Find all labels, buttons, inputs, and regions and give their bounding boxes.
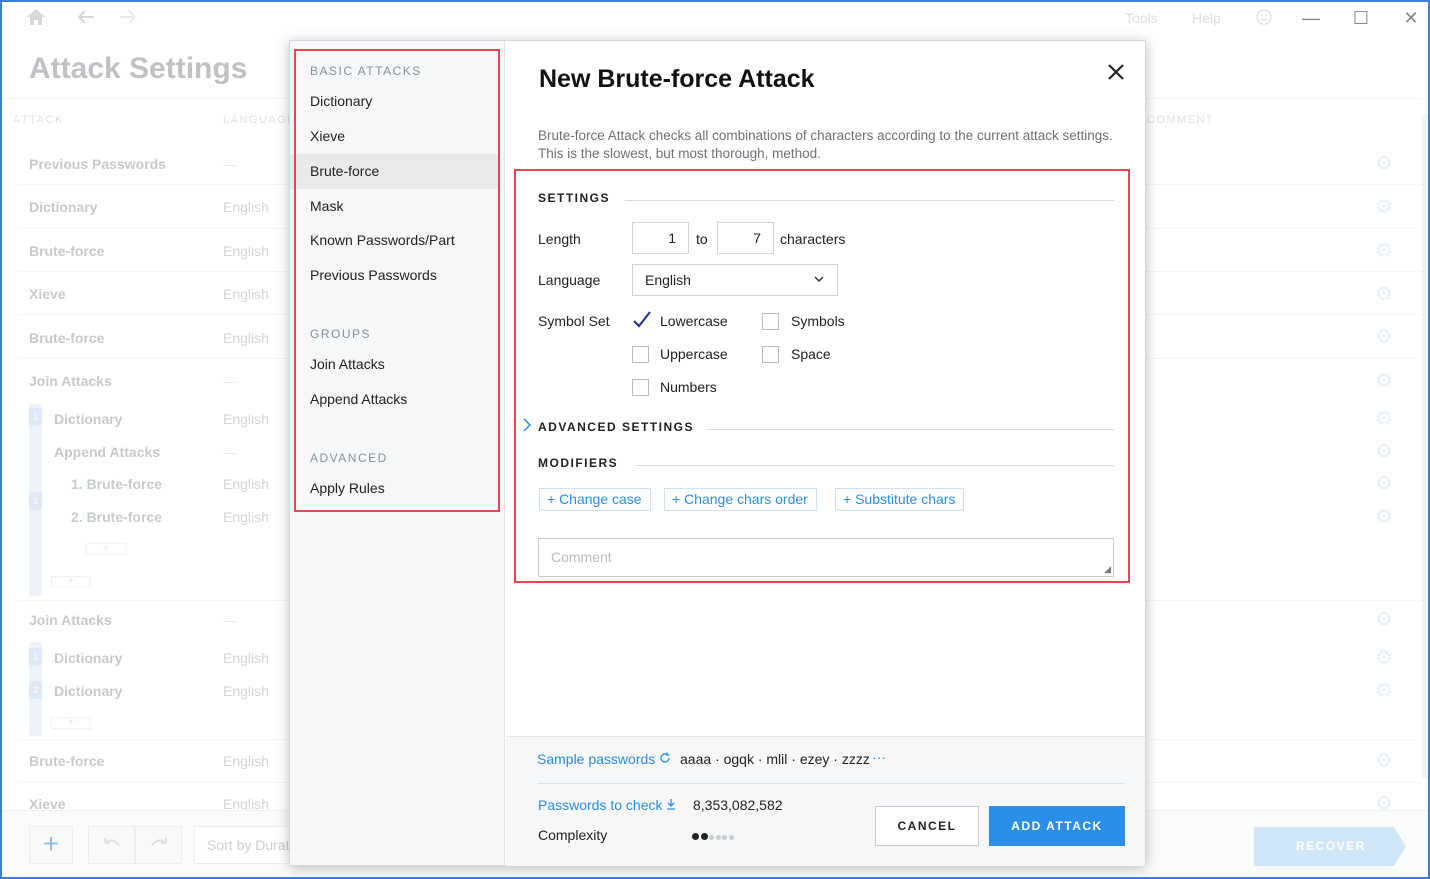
complexity-dot [728, 835, 734, 840]
change-chars-order-button[interactable]: + Change chars order [664, 488, 817, 511]
more-samples-button[interactable]: ··· [872, 749, 886, 765]
modifiers-section-label: MODIFIERS [538, 456, 619, 470]
substitute-chars-button[interactable]: + Substitute chars [835, 488, 965, 511]
dialog-title: New Brute-force Attack [539, 65, 815, 93]
sample-passwords-label: Sample passwords [537, 751, 656, 767]
passwords-count: 8,353,082,582 [693, 797, 783, 813]
lowercase-checkbox[interactable] [632, 311, 651, 330]
passwords-to-check-label: Passwords to check [538, 797, 663, 813]
language-label: Language [538, 272, 601, 288]
settings-section-label: SETTINGS [538, 191, 611, 205]
complexity-label: Complexity [538, 827, 608, 843]
new-attack-dialog: BASIC ATTACKS Dictionary Xieve Brute-for… [289, 40, 1146, 866]
characters-label: characters [780, 231, 846, 247]
cancel-button[interactable]: CANCEL [875, 806, 979, 846]
complexity-dot [709, 835, 714, 840]
section-divider [707, 429, 1114, 430]
comment-textarea[interactable]: Comment ◢ [538, 538, 1114, 577]
close-icon[interactable] [1103, 59, 1129, 85]
change-case-button[interactable]: + Change case [539, 488, 651, 511]
length-from-input[interactable]: 1 [632, 222, 689, 254]
sample-passwords-link[interactable]: Sample passwords [537, 751, 671, 767]
checkmark-icon [633, 311, 651, 328]
length-label: Length [538, 231, 581, 247]
uppercase-checkbox[interactable] [632, 346, 649, 363]
passwords-to-check-link[interactable]: Passwords to check [538, 797, 676, 813]
sample-passwords-values: aaaa · ogqk · mlil · ezey · zzzz [680, 751, 870, 767]
symbols-checkbox[interactable] [762, 313, 779, 330]
language-select[interactable]: English [632, 264, 838, 296]
complexity-dot [692, 833, 699, 840]
numbers-checkbox[interactable] [632, 379, 649, 396]
to-label: to [696, 231, 708, 247]
section-divider [635, 465, 1114, 466]
complexity-indicator [692, 827, 735, 843]
add-attack-confirm-button[interactable]: ADD ATTACK [989, 806, 1125, 846]
footer-divider [538, 783, 1125, 784]
complexity-dot [700, 833, 708, 840]
lowercase-label[interactable]: Lowercase [660, 313, 728, 329]
section-divider [625, 200, 1114, 201]
chevron-down-icon [813, 265, 825, 307]
advanced-settings-toggle[interactable]: ADVANCED SETTINGS [538, 420, 694, 434]
complexity-dot [722, 835, 727, 840]
symbol-set-label: Symbol Set [538, 313, 610, 329]
app-window: Tools Help — ☐ ✕ Attack Settings ATTACK … [0, 0, 1430, 879]
download-icon [667, 799, 676, 810]
uppercase-label[interactable]: Uppercase [660, 346, 728, 362]
complexity-dot [715, 835, 721, 840]
language-select-value: English [645, 272, 691, 288]
space-checkbox[interactable] [762, 346, 779, 363]
chevron-right-icon[interactable] [522, 417, 532, 436]
sidebar-highlight-frame [294, 49, 500, 512]
numbers-label[interactable]: Numbers [660, 379, 717, 395]
symbols-label[interactable]: Symbols [791, 313, 845, 329]
dialog-description: Brute-force Attack checks all combinatio… [538, 128, 1113, 161]
attack-type-sidebar: BASIC ATTACKS Dictionary Xieve Brute-for… [290, 41, 505, 865]
length-to-input[interactable]: 7 [717, 222, 774, 254]
refresh-icon [660, 752, 670, 763]
space-label[interactable]: Space [791, 346, 831, 362]
resize-grip-icon[interactable]: ◢ [1104, 564, 1111, 575]
comment-placeholder: Comment [551, 549, 612, 565]
